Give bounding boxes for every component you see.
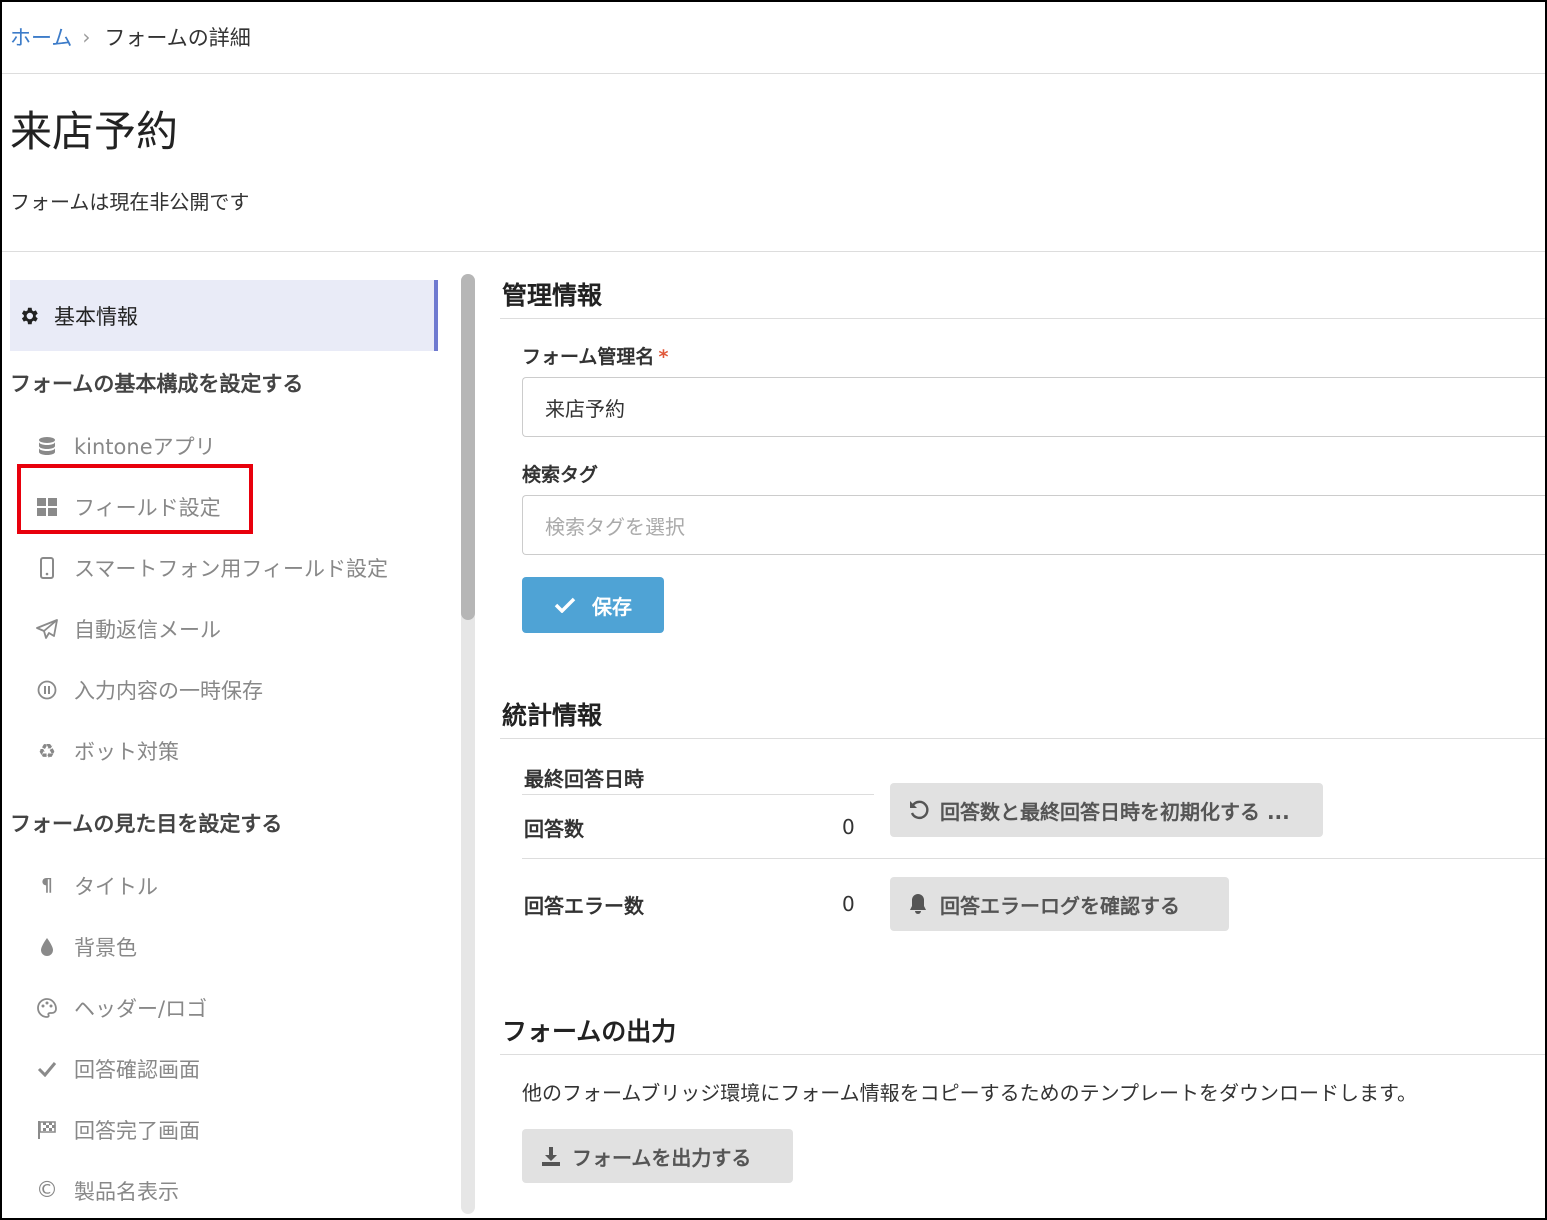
sidebar-item-temporary-save[interactable]: 入力内容の一時保存 xyxy=(10,659,438,720)
sidebar-scrollbar[interactable] xyxy=(461,274,475,1214)
divider xyxy=(2,73,1545,74)
divider xyxy=(500,1054,1545,1055)
palette-icon xyxy=(36,997,58,1018)
page-title: 来店予約 xyxy=(10,107,179,156)
recycle-icon: ♻ xyxy=(38,738,56,763)
divider xyxy=(522,794,874,795)
error-log-button-label: 回答エラーログを確認する xyxy=(940,893,1180,918)
breadcrumb: ホーム › フォームの詳細 xyxy=(10,22,251,52)
mobile-icon xyxy=(36,556,58,579)
answer-count-label: 回答数 xyxy=(524,817,584,841)
sidebar-item-auto-reply-mail[interactable]: 自動返信メール xyxy=(10,598,438,659)
divider xyxy=(2,251,1545,252)
section-title-stats: 統計情報 xyxy=(502,701,603,730)
error-count-label: 回答エラー数 xyxy=(524,894,644,918)
divider xyxy=(522,858,1545,859)
sidebar-item-background-color[interactable]: 背景色 xyxy=(10,916,438,977)
sidebar-item-complete-screen[interactable]: 回答完了画面 xyxy=(10,1099,438,1160)
breadcrumb-home-link[interactable]: ホーム xyxy=(10,22,72,52)
sidebar-item-label: 製品名表示 xyxy=(74,1179,179,1204)
sidebar-item-label: 自動返信メール xyxy=(74,617,221,642)
chevron-right-icon: › xyxy=(82,25,91,49)
search-tag-label: 検索タグ xyxy=(522,464,599,486)
section-title-management: 管理情報 xyxy=(502,281,603,310)
sidebar-item-label: ヘッダー/ロゴ xyxy=(74,996,208,1021)
section-title-export: フォームの出力 xyxy=(502,1017,677,1046)
sidebar-item-header-logo[interactable]: ヘッダー/ロゴ xyxy=(10,977,438,1038)
paper-plane-icon xyxy=(36,618,58,639)
save-button[interactable]: 保存 xyxy=(522,577,664,633)
check-icon xyxy=(554,597,576,613)
check-icon xyxy=(36,1061,58,1077)
paragraph-icon: ¶ xyxy=(41,875,53,896)
save-button-label: 保存 xyxy=(592,594,632,619)
sidebar-item-label: タイトル xyxy=(74,874,158,899)
sidebar-item-product-name[interactable]: © 製品名表示 xyxy=(10,1160,438,1220)
export-form-button-label: フォームを出力する xyxy=(572,1145,752,1170)
settings-sidebar: 基本情報 フォームの基本構成を設定する kintoneアプリ フィールド設定 ス… xyxy=(10,280,438,1220)
divider xyxy=(500,318,1545,319)
download-icon xyxy=(540,1145,562,1167)
bell-icon xyxy=(908,893,928,915)
gear-icon xyxy=(18,305,40,327)
required-mark: * xyxy=(658,346,669,368)
breadcrumb-current: フォームの詳細 xyxy=(104,26,251,50)
error-log-button[interactable]: 回答エラーログを確認する xyxy=(890,877,1229,931)
sidebar-item-label: 回答完了画面 xyxy=(74,1118,200,1143)
sidebar-item-basic-info[interactable]: 基本情報 xyxy=(10,280,438,351)
sidebar-item-label: kintoneアプリ xyxy=(74,434,216,459)
pause-circle-icon xyxy=(36,680,58,700)
flag-icon xyxy=(36,1120,58,1140)
sidebar-item-bot-protection[interactable]: ♻ ボット対策 xyxy=(10,720,438,781)
sidebar-item-label: 入力内容の一時保存 xyxy=(74,678,263,703)
sidebar-item-title[interactable]: ¶ タイトル xyxy=(10,855,438,916)
answer-count-value: 0 xyxy=(842,815,855,839)
copyright-icon: © xyxy=(36,1178,58,1203)
sidebar-group-heading: フォームの見た目を設定する xyxy=(10,812,283,836)
export-description: 他のフォームブリッジ環境にフォーム情報をコピーするためのテンプレートをダウンロー… xyxy=(522,1081,1417,1105)
database-icon xyxy=(36,436,58,456)
error-count-value: 0 xyxy=(842,892,855,916)
scrollbar-thumb[interactable] xyxy=(461,274,475,620)
sidebar-group-heading: フォームの基本構成を設定する xyxy=(10,372,304,396)
sidebar-item-label: スマートフォン用フィールド設定 xyxy=(74,556,388,581)
reset-stats-button[interactable]: 回答数と最終回答日時を初期化する ... xyxy=(890,783,1323,837)
form-name-label: フォーム管理名 * xyxy=(522,342,668,369)
search-tag-select[interactable]: 検索タグを選択 xyxy=(522,495,1545,555)
sidebar-item-label: ボット対策 xyxy=(74,739,179,764)
sidebar-item-confirm-screen[interactable]: 回答確認画面 xyxy=(10,1038,438,1099)
undo-icon xyxy=(908,799,930,821)
form-name-label-text: フォーム管理名 xyxy=(522,346,655,368)
sidebar-item-label: 基本情報 xyxy=(54,304,138,329)
reset-stats-button-label: 回答数と最終回答日時を初期化する ... xyxy=(940,799,1290,824)
form-name-input[interactable]: 来店予約 xyxy=(522,377,1545,437)
sidebar-item-label: 回答確認画面 xyxy=(74,1057,200,1082)
form-status-text: フォームは現在非公開です xyxy=(10,190,250,214)
tint-icon xyxy=(36,937,58,957)
export-form-button[interactable]: フォームを出力する xyxy=(522,1129,793,1183)
sidebar-item-smartphone-field-settings[interactable]: スマートフォン用フィールド設定 xyxy=(10,537,438,598)
divider xyxy=(500,738,1545,739)
last-answer-label: 最終回答日時 xyxy=(524,767,644,791)
highlight-annotation xyxy=(17,464,253,534)
sidebar-item-label: 背景色 xyxy=(74,935,137,960)
